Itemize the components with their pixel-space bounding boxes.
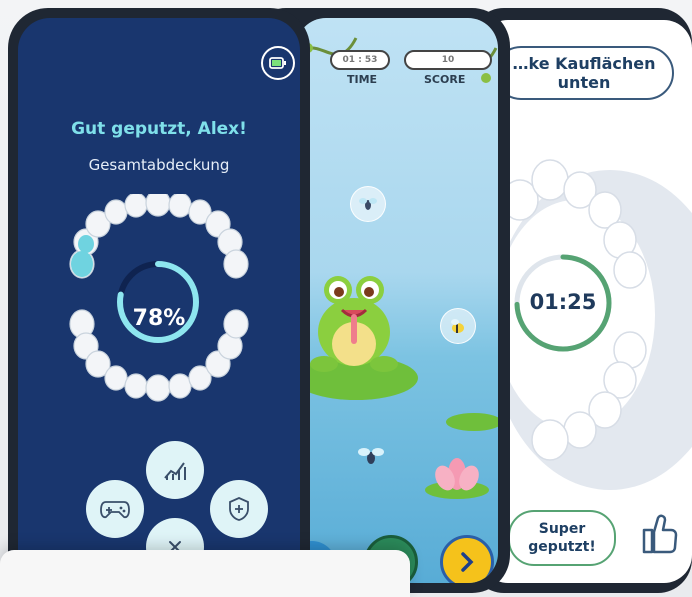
fly-icon[interactable] — [358, 444, 384, 466]
coverage-percent: 78% — [132, 306, 186, 331]
teeth-illustration — [69, 194, 249, 402]
game-button[interactable] — [86, 480, 144, 538]
battery-icon — [261, 46, 295, 80]
frog-icon — [296, 276, 418, 400]
results-screen: Gut geputzt, Alex! Gesamtabdeckung 78% — [18, 18, 300, 593]
greeting-title: Gut geputzt, Alex! — [71, 119, 247, 139]
game-screen: 01 : 53 10 TIME SCORE — [296, 18, 498, 583]
score-value: 10 — [441, 55, 455, 65]
time-value: 01 : 53 — [342, 55, 378, 65]
fly-icon — [359, 198, 377, 210]
score-box: 10 — [404, 50, 492, 70]
chevron-right-icon — [461, 552, 474, 572]
phone-front: Gut geputzt, Alex! Gesamtabdeckung 78% — [8, 8, 310, 593]
instruction-pill: …ke Kauflächen unten — [494, 46, 674, 100]
super-geputzt-button[interactable]: Super geputzt! — [508, 510, 616, 566]
thumbs-up-icon[interactable] — [640, 510, 678, 556]
instruction-text: …ke Kauflächen unten — [512, 54, 656, 92]
chart-icon — [164, 462, 186, 480]
phone-right-screen: …ke Kauflächen unten 01:25 Super geputzt… — [480, 20, 692, 583]
coverage-label: Gesamtabdeckung — [88, 156, 230, 174]
time-box: 01 : 53 — [330, 50, 390, 70]
foreground-card — [0, 550, 410, 597]
lotus-icon — [425, 458, 489, 499]
fly-bubble[interactable] — [350, 186, 386, 222]
next-button[interactable] — [440, 535, 494, 583]
timer-text: 01:25 — [529, 290, 597, 314]
brush-timer: 01:25 — [510, 250, 616, 356]
shield-plus-icon — [229, 497, 249, 521]
protect-button[interactable] — [210, 480, 268, 538]
bee-icon — [451, 319, 464, 333]
stats-button[interactable] — [146, 441, 204, 499]
score-label: SCORE — [424, 73, 466, 86]
super-geputzt-label: Super geputzt! — [528, 521, 596, 555]
time-label: TIME — [347, 73, 378, 86]
gamepad-icon — [100, 501, 130, 519]
lily-pad — [446, 413, 498, 431]
